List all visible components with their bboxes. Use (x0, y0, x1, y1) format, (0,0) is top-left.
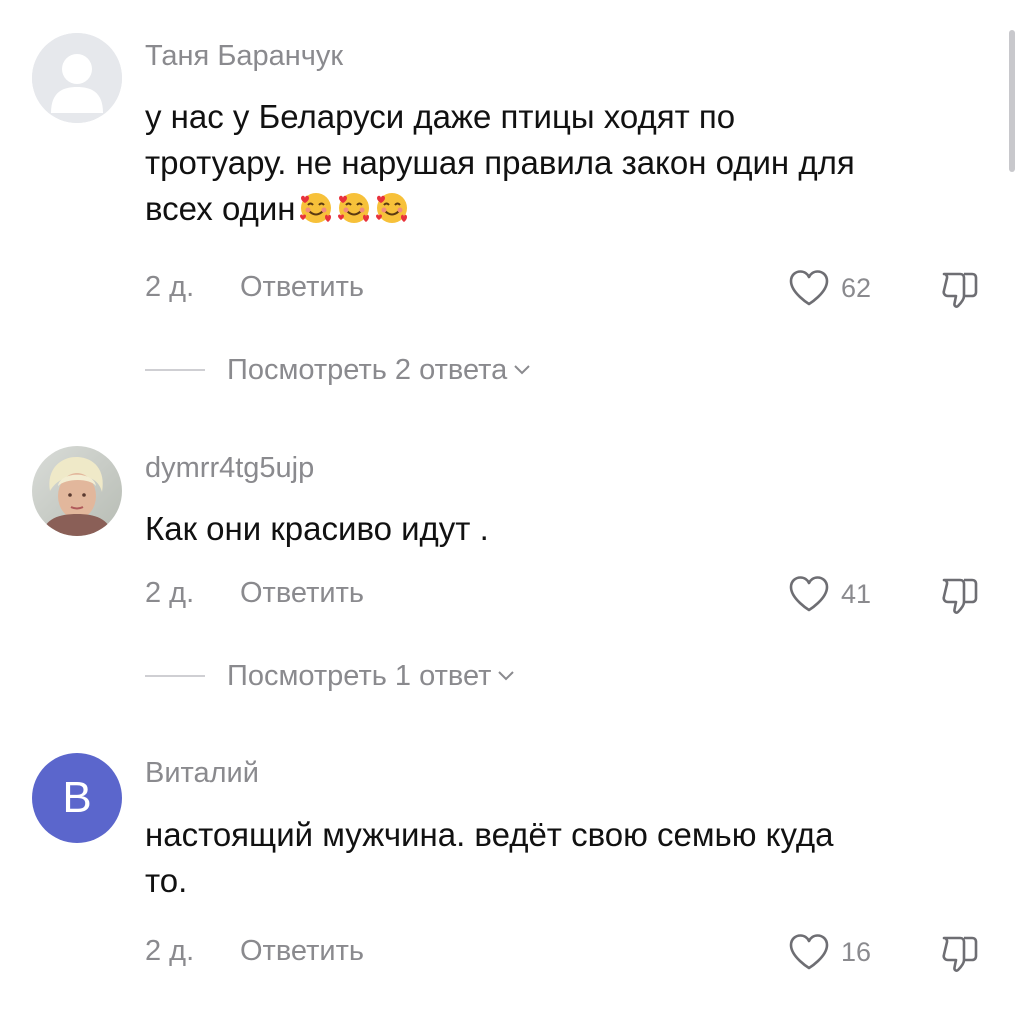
thumbs-down-icon (942, 936, 978, 972)
dislike-button[interactable] (938, 572, 984, 618)
comment-text-line: тротуару. не нарушая правила закон один … (145, 144, 855, 181)
like-button[interactable]: 41 (787, 574, 871, 614)
comment-text-line: всех один (145, 186, 995, 232)
heart-icon (789, 576, 829, 612)
avatar[interactable] (32, 33, 122, 123)
smiling-face-with-hearts-icon (337, 193, 369, 223)
view-replies-button[interactable]: Посмотреть 1 ответ (145, 656, 515, 696)
view-replies-label: Посмотреть 1 ответ (227, 659, 492, 692)
comment-date: 2 д. (145, 935, 195, 967)
like-count: 16 (841, 936, 872, 967)
thumbs-down-icon (942, 272, 978, 308)
like-count: 62 (841, 272, 872, 303)
chevron-down-icon (514, 365, 530, 375)
comment-text-line: настоящий мужчина. ведёт свою семью куда (145, 816, 834, 853)
dislike-button[interactable] (938, 266, 984, 312)
reply-button[interactable]: Ответить (240, 935, 364, 968)
scrollbar[interactable] (1009, 30, 1015, 172)
smiling-face-with-hearts-icon (375, 193, 407, 223)
view-replies-button[interactable]: Посмотреть 2 ответа (145, 350, 531, 390)
heart-icon (789, 934, 829, 970)
like-button[interactable]: 16 (787, 932, 871, 972)
divider (145, 675, 205, 677)
heart-icon (789, 270, 829, 306)
dislike-button[interactable] (938, 930, 984, 976)
reply-button[interactable]: Ответить (240, 271, 364, 304)
comment-username[interactable]: dymrr4tg5ujp (145, 452, 314, 485)
comment-text: настоящий мужчина. ведёт свою семью куда… (145, 812, 995, 904)
comment-text: Как они красиво идут . (145, 510, 489, 547)
like-count: 41 (841, 578, 872, 609)
comment-text-line: у нас у Беларуси даже птицы ходят по (145, 98, 736, 135)
thumbs-down-icon (942, 578, 978, 614)
smiling-face-with-hearts-icon (299, 193, 331, 223)
comment-username[interactable]: Виталий (145, 757, 259, 790)
comment-text-line: то. (145, 862, 188, 899)
comment-date: 2 д. (145, 271, 195, 303)
like-button[interactable]: 62 (787, 268, 871, 308)
divider (145, 369, 205, 371)
reply-button[interactable]: Ответить (240, 577, 364, 610)
chevron-down-icon (498, 671, 515, 681)
comment-username[interactable]: Таня Баранчук (145, 40, 343, 73)
avatar[interactable]: В (32, 753, 122, 843)
comment-text: у нас у Беларуси даже птицы ходят по тро… (145, 94, 995, 232)
comment-text-line: всех один (145, 190, 296, 227)
user-silhouette-icon (32, 33, 122, 123)
avatar[interactable] (32, 446, 122, 536)
user-photo-avatar (32, 446, 122, 536)
comment-date: 2 д. (145, 577, 195, 609)
view-replies-label: Посмотреть 2 ответа (227, 353, 508, 386)
